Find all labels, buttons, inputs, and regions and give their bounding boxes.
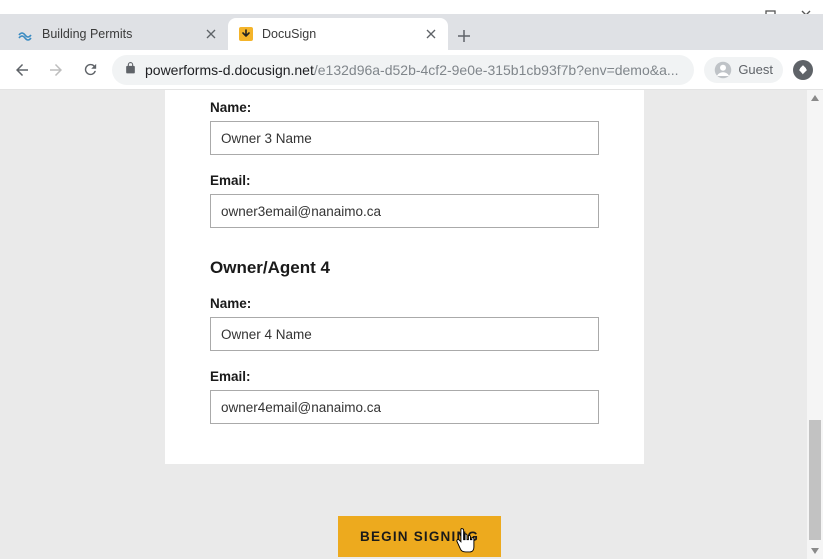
guest-profile[interactable]: Guest — [704, 57, 783, 83]
wave-icon — [18, 26, 34, 42]
lock-icon — [124, 61, 137, 78]
tab-docusign[interactable]: DocuSign — [228, 18, 448, 50]
tab-strip: Building Permits DocuSign — [0, 14, 823, 50]
close-icon[interactable] — [204, 27, 218, 41]
browser-toolbar: powerforms-d.docusign.net/e132d96a-d52b-… — [0, 50, 823, 90]
owner3-email-input[interactable] — [210, 194, 599, 228]
scroll-down-arrow[interactable] — [807, 543, 823, 559]
forward-button[interactable] — [44, 58, 68, 82]
form-card: Name: Email: Owner/Agent 4 Name: Email: — [165, 90, 644, 464]
docusign-icon — [238, 26, 254, 42]
new-tab-button[interactable] — [450, 22, 478, 50]
extensions-menu[interactable] — [793, 60, 813, 80]
tab-building-permits[interactable]: Building Permits — [8, 18, 228, 50]
begin-signing-button[interactable]: BEGIN SIGNING — [338, 516, 501, 557]
guest-label: Guest — [738, 62, 773, 77]
page-viewport: Name: Email: Owner/Agent 4 Name: Email: … — [0, 90, 823, 559]
tab-label: DocuSign — [262, 27, 416, 41]
address-bar[interactable]: powerforms-d.docusign.net/e132d96a-d52b-… — [112, 55, 694, 85]
owner3-email-label: Email: — [210, 173, 599, 188]
avatar-icon — [714, 61, 732, 79]
tab-label: Building Permits — [42, 27, 196, 41]
owner4-email-input[interactable] — [210, 390, 599, 424]
owner4-name-input[interactable] — [210, 317, 599, 351]
section-owner-agent-4: Owner/Agent 4 — [210, 258, 599, 278]
url-text: powerforms-d.docusign.net/e132d96a-d52b-… — [145, 62, 679, 78]
vertical-scrollbar-thumb[interactable] — [809, 420, 821, 540]
owner3-name-input[interactable] — [210, 121, 599, 155]
scroll-up-arrow[interactable] — [807, 90, 823, 106]
owner3-name-label: Name: — [210, 100, 599, 115]
owner4-name-label: Name: — [210, 296, 599, 311]
reload-button[interactable] — [78, 58, 102, 82]
close-icon[interactable] — [424, 27, 438, 41]
owner4-email-label: Email: — [210, 369, 599, 384]
back-button[interactable] — [10, 58, 34, 82]
